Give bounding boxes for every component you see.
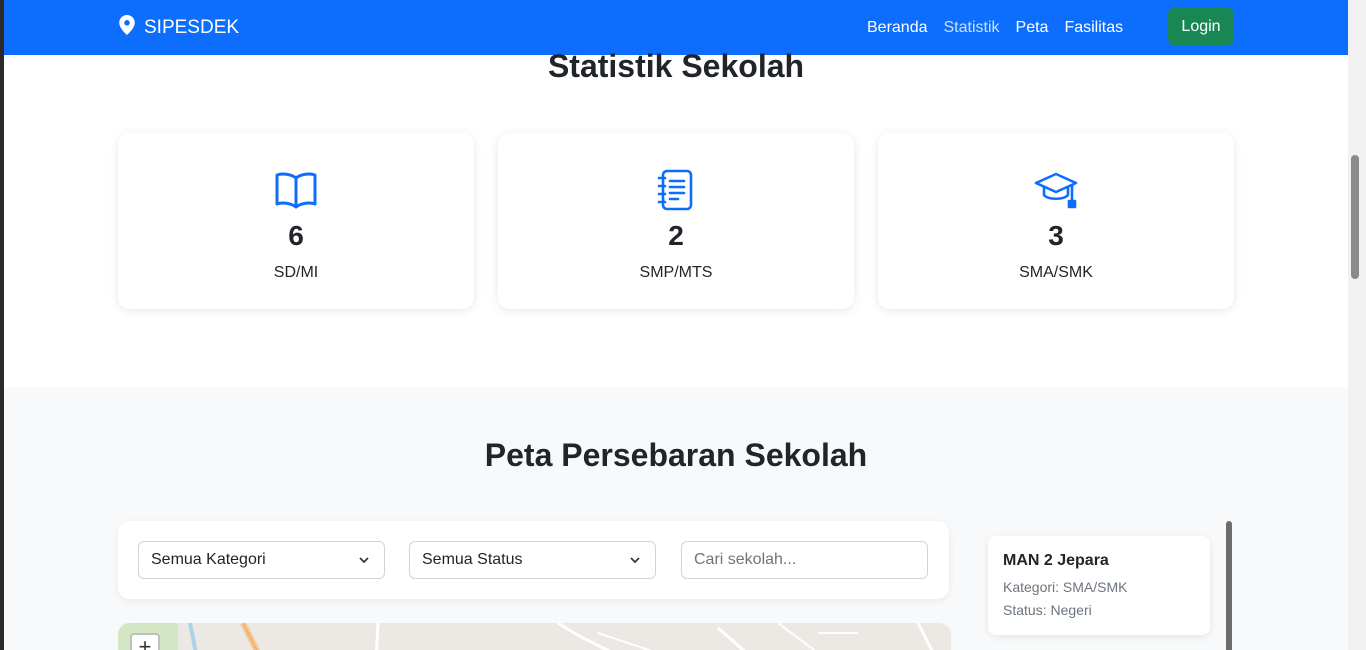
nav-link-statistik[interactable]: Statistik	[944, 19, 1000, 37]
brand[interactable]: SIPESDEK	[118, 0, 239, 55]
stat-label-sd: SD/MI	[273, 264, 319, 281]
search-input[interactable]	[681, 541, 928, 579]
stat-count-sd: 6	[288, 220, 304, 251]
school-list: MAN 2 Jepara Kategori: SMA/SMK Status: N…	[986, 521, 1232, 650]
stat-count-sma: 3	[1048, 220, 1064, 251]
mortarboard-icon	[878, 169, 1234, 211]
stat-card-sma: 3 SMA/SMK	[878, 133, 1234, 309]
map-tiles	[118, 623, 934, 650]
kategori-select-value: Semua Kategori	[151, 551, 266, 568]
stat-label-smp: SMP/MTS	[639, 264, 713, 281]
stat-card-smp: 2 SMP/MTS	[498, 133, 854, 309]
peta-title: Peta Persebaran Sekolah	[484, 437, 868, 473]
map-pin-icon	[118, 14, 136, 41]
stat-count-smp: 2	[668, 220, 684, 251]
page: SIPESDEK Beranda Statistik Peta Fasilita…	[4, 0, 1348, 650]
school-name: MAN 2 Jepara	[1003, 552, 1109, 569]
page-scrollbar-thumb[interactable]	[1351, 155, 1359, 279]
nav-links: Beranda Statistik Peta Fasilitas	[867, 0, 1123, 55]
zoom-in-button[interactable]: +	[130, 633, 160, 650]
school-card[interactable]: MAN 2 Jepara Kategori: SMA/SMK Status: N…	[988, 536, 1210, 635]
chevron-down-icon	[630, 557, 640, 564]
statistik-title: Statistik Sekolah	[547, 48, 805, 84]
status-select-value: Semua Status	[422, 551, 523, 568]
stat-card-sd: 6 SD/MI	[118, 133, 474, 309]
book-icon	[118, 169, 474, 211]
nav-link-fasilitas[interactable]: Fasilitas	[1064, 19, 1123, 37]
kategori-select[interactable]: Semua Kategori	[138, 541, 385, 579]
chevron-down-icon	[359, 557, 369, 564]
status-select[interactable]: Semua Status	[409, 541, 656, 579]
filter-card: Semua Kategori Semua Status	[118, 521, 949, 599]
school-status: Status: Negeri	[1003, 602, 1092, 618]
page-scrollbar[interactable]	[1348, 0, 1366, 650]
school-kategori: Kategori: SMA/SMK	[1003, 579, 1128, 595]
nav-link-beranda[interactable]: Beranda	[867, 19, 928, 37]
navbar: SIPESDEK Beranda Statistik Peta Fasilita…	[4, 0, 1348, 55]
brand-label: SIPESDEK	[144, 16, 240, 38]
stat-label-sma: SMA/SMK	[1019, 264, 1093, 281]
nav-link-peta[interactable]: Peta	[1016, 19, 1049, 37]
journal-icon	[498, 169, 854, 211]
map[interactable]: +	[118, 623, 951, 650]
school-list-scrollbar[interactable]	[1226, 521, 1232, 650]
login-button[interactable]: Login	[1168, 8, 1234, 45]
peta-section: Peta Persebaran Sekolah Semua Kategori S…	[4, 387, 1348, 650]
